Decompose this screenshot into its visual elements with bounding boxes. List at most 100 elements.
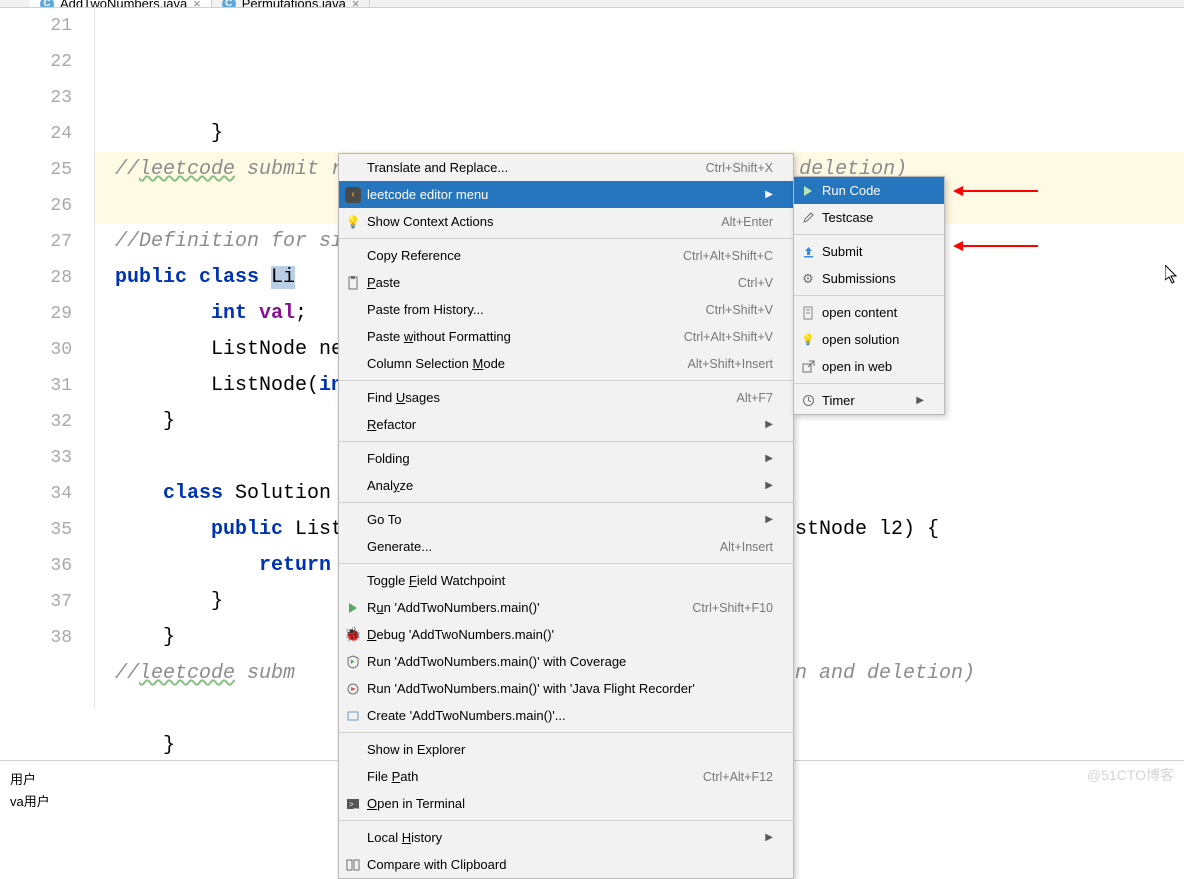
- menu-item-label: Create 'AddTwoNumbers.main()'...: [367, 708, 566, 723]
- submenu-arrow-icon: ▶: [735, 832, 773, 843]
- menu-item-label: Copy Reference: [367, 248, 461, 263]
- menu-item-analyze[interactable]: Analyze▶: [339, 472, 793, 499]
- menu-item-run-addtwonumbers-main-with-coverage[interactable]: Run 'AddTwoNumbers.main()' with Coverage: [339, 648, 793, 675]
- menu-item-generate-[interactable]: Generate...Alt+Insert: [339, 533, 793, 560]
- jfr-icon: [345, 681, 361, 697]
- menu-item-go-to[interactable]: Go To ▶: [339, 506, 793, 533]
- menu-item-label: Run Code: [822, 183, 881, 198]
- java-class-icon: C: [40, 0, 54, 8]
- code-line: int val;: [115, 302, 307, 325]
- menu-item-show-context-actions[interactable]: 💡 Show Context Actions Alt+Enter: [339, 208, 793, 235]
- menu-item-label: Analyze: [367, 478, 413, 493]
- menu-item-refactor[interactable]: Refactor▶: [339, 411, 793, 438]
- code-line: }: [115, 626, 175, 649]
- menu-item-copy-reference[interactable]: Copy Reference Ctrl+Alt+Shift+C: [339, 242, 793, 269]
- code-line: [115, 698, 127, 721]
- menu-item-paste[interactable]: PasteCtrl+V: [339, 269, 793, 296]
- menu-shortcut: Ctrl+Alt+Shift+C: [653, 249, 773, 263]
- submenu-arrow-icon: ▶: [735, 419, 773, 430]
- menu-item-translate-and-replace-[interactable]: Translate and Replace...Ctrl+Shift+X: [339, 154, 793, 181]
- menu-item-timer[interactable]: Timer▶: [794, 387, 944, 414]
- menu-item-submissions[interactable]: ⚙ Submissions: [794, 265, 944, 292]
- menu-item-label: Testcase: [822, 210, 873, 225]
- code-line: //leetcode submn and deletion): [115, 662, 295, 685]
- menu-item-label: open in web: [822, 359, 892, 374]
- menu-item-run-addtwonumbers-main-[interactable]: Run 'AddTwoNumbers.main()'Ctrl+Shift+F10: [339, 594, 793, 621]
- code-line: public ListstNode l2) {: [115, 518, 343, 541]
- clock-icon: [800, 393, 816, 409]
- code-line: }: [115, 410, 175, 433]
- menu-item-local-history[interactable]: Local History ▶: [339, 824, 793, 851]
- terminal-icon: >_: [345, 796, 361, 812]
- menu-shortcut: Alt+Shift+Insert: [658, 357, 773, 371]
- menu-item-label: Generate...: [367, 539, 432, 554]
- menu-item-leetcode-editor-menu[interactable]: ‹leetcode editor menu▶: [339, 181, 793, 208]
- menu-item-label: Column Selection Mode: [367, 356, 505, 371]
- menu-item-file-path[interactable]: File PathCtrl+Alt+F12: [339, 763, 793, 790]
- menu-item-label: Find Usages: [367, 390, 440, 405]
- menu-item-open-content[interactable]: open content: [794, 299, 944, 326]
- menu-item-create-addtwonumbers-main-[interactable]: Create 'AddTwoNumbers.main()'...: [339, 702, 793, 729]
- tab-label: Permutations.java: [242, 0, 346, 8]
- watermark: @51CTO博客: [1087, 765, 1174, 785]
- code-line: return: [115, 554, 343, 577]
- menu-item-testcase[interactable]: Testcase: [794, 204, 944, 231]
- line-gutter: 212223 242526 272829 303132 333435 36373…: [0, 8, 95, 708]
- menu-item-open-in-terminal[interactable]: >_Open in Terminal: [339, 790, 793, 817]
- menu-item-label: Debug 'AddTwoNumbers.main()': [367, 627, 554, 642]
- menu-item-label: Run 'AddTwoNumbers.main()': [367, 600, 540, 615]
- menu-item-compare-with-clipboard[interactable]: Compare with Clipboard: [339, 851, 793, 878]
- menu-item-show-in-explorer[interactable]: Show in Explorer: [339, 736, 793, 763]
- menu-item-toggle-field-watchpoint[interactable]: Toggle Field Watchpoint: [339, 567, 793, 594]
- menu-item-label: Run 'AddTwoNumbers.main()' with Coverage: [367, 654, 626, 669]
- menu-item-paste-without-formatting[interactable]: Paste without FormattingCtrl+Alt+Shift+V: [339, 323, 793, 350]
- close-icon[interactable]: ×: [193, 0, 201, 8]
- code-line: }: [115, 734, 175, 757]
- menu-item-run-addtwonumbers-main-with-java-flight-recorder-[interactable]: Run 'AddTwoNumbers.main()' with 'Java Fl…: [339, 675, 793, 702]
- tab-label: AddTwoNumbers.java: [60, 0, 187, 8]
- gear-icon: ⚙: [800, 271, 816, 287]
- menu-item-label: Go To: [367, 512, 401, 527]
- code-line: [115, 194, 127, 217]
- menu-shortcut: Ctrl+Alt+Shift+V: [654, 330, 773, 344]
- menu-item-run-code[interactable]: Run Code: [794, 177, 944, 204]
- menu-item-label: File Path: [367, 769, 418, 784]
- tab-addtwonumbers[interactable]: C AddTwoNumbers.java ×: [30, 0, 212, 7]
- menu-item-open-in-web[interactable]: open in web: [794, 353, 944, 380]
- menu-item-paste-from-history-[interactable]: Paste from History...Ctrl+Shift+V: [339, 296, 793, 323]
- menu-shortcut: Alt+Enter: [691, 215, 773, 229]
- svg-text:>_: >_: [349, 800, 359, 809]
- menu-item-label: Local History: [367, 830, 442, 845]
- menu-item-label: Run 'AddTwoNumbers.main()' with 'Java Fl…: [367, 681, 695, 696]
- menu-item-find-usages[interactable]: Find UsagesAlt+F7: [339, 384, 793, 411]
- doc-icon: [800, 305, 816, 321]
- menu-item-label: Submissions: [822, 271, 896, 286]
- menu-item-column-selection-mode[interactable]: Column Selection Mode Alt+Shift+Insert: [339, 350, 793, 377]
- bulb-gray-icon: 💡: [800, 332, 816, 348]
- context-menu: Translate and Replace...Ctrl+Shift+X‹lee…: [338, 153, 794, 879]
- submenu-arrow-icon: ▶: [735, 514, 773, 525]
- bulb-icon: 💡: [345, 214, 361, 230]
- run-icon: [345, 600, 361, 616]
- tab-permutations[interactable]: C Permutations.java ×: [212, 0, 371, 7]
- menu-item-open-solution[interactable]: 💡open solution: [794, 326, 944, 353]
- upload-icon: [800, 244, 816, 260]
- code-line: }: [115, 590, 223, 613]
- menu-item-label: Paste: [367, 275, 400, 290]
- compare-icon: [345, 857, 361, 873]
- annotation-arrow: [958, 190, 1038, 192]
- menu-item-submit[interactable]: Submit: [794, 238, 944, 265]
- paste-icon: [345, 275, 361, 291]
- submenu-arrow-icon: ▶: [735, 189, 773, 200]
- annotation-arrow: [958, 245, 1038, 247]
- menu-item-debug-addtwonumbers-main-[interactable]: 🐞Debug 'AddTwoNumbers.main()': [339, 621, 793, 648]
- submenu-arrow-icon: ▶: [886, 395, 924, 406]
- menu-item-label: Compare with Clipboard: [367, 857, 506, 872]
- editor-tabs: C AddTwoNumbers.java × C Permutations.ja…: [0, 0, 1184, 8]
- menu-item-label: Translate and Replace...: [367, 160, 508, 175]
- menu-item-label: open content: [822, 305, 897, 320]
- close-icon[interactable]: ×: [352, 0, 360, 8]
- menu-item-folding[interactable]: Folding▶: [339, 445, 793, 472]
- menu-item-label: Show Context Actions: [367, 214, 493, 229]
- pencil-icon: [800, 210, 816, 226]
